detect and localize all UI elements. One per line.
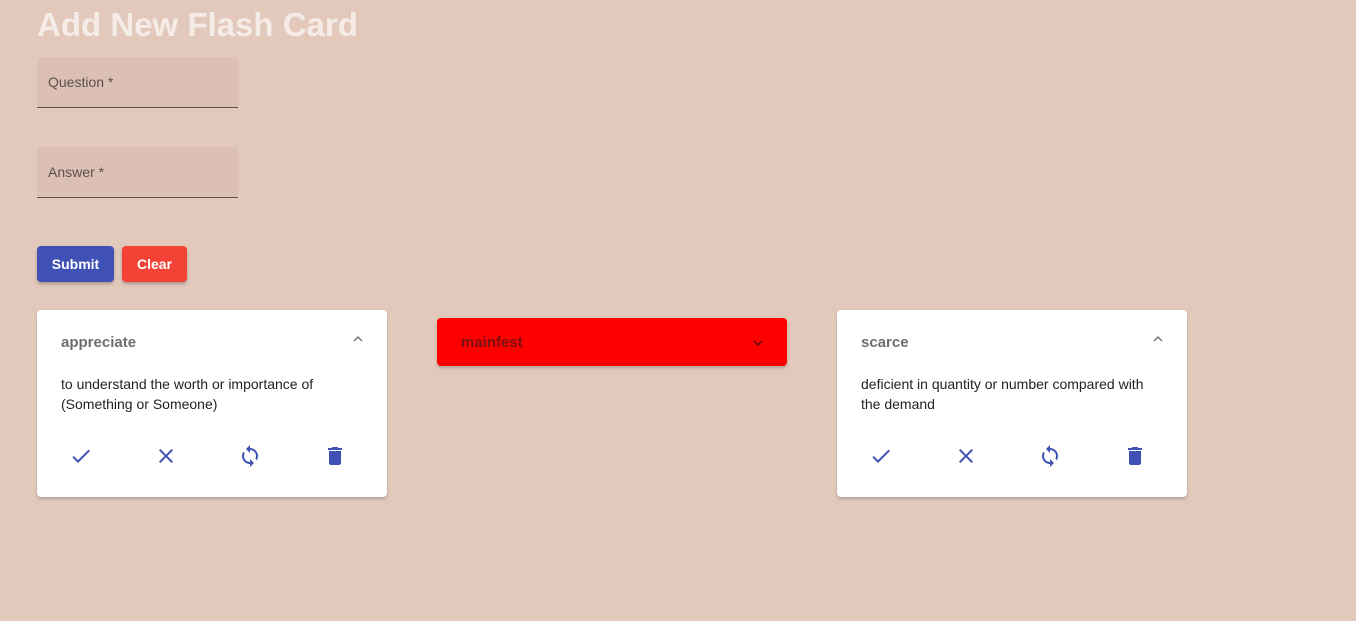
close-icon[interactable] [154,444,178,468]
card-answer: deficient in quantity or number compared… [861,376,1144,412]
card-actions [37,441,387,471]
answer-field[interactable]: Answer * [37,147,242,199]
check-icon[interactable] [69,444,93,468]
flash-card-collapsed[interactable]: mainfest [437,318,787,366]
answer-input[interactable] [37,147,242,199]
question-input[interactable] [37,57,242,109]
delete-icon[interactable] [323,444,347,468]
card-answer: to understand the worth or importance of… [61,376,314,412]
page-title: Add New Flash Card [37,6,358,43]
flash-card: scarce deficient in quantity or number c… [837,310,1187,497]
flash-card: appreciate to understand the worth or im… [37,310,387,497]
chevron-up-icon[interactable] [1149,330,1167,348]
question-field[interactable]: Question * [37,57,242,109]
sync-icon[interactable] [1038,444,1062,468]
clear-button[interactable]: Clear [122,246,187,282]
sync-icon[interactable] [238,444,262,468]
chevron-down-icon[interactable] [749,334,767,352]
card-question: appreciate [61,334,137,351]
card-header[interactable]: scarce [837,310,1187,373]
submit-button[interactable]: Submit [37,246,114,282]
check-icon[interactable] [869,444,893,468]
delete-icon[interactable] [1123,444,1147,468]
card-actions [837,441,1187,471]
card-header[interactable]: appreciate [37,310,387,373]
card-question: scarce [861,334,909,351]
chevron-up-icon[interactable] [349,330,367,348]
card-question: mainfest [461,334,523,351]
close-icon[interactable] [954,444,978,468]
